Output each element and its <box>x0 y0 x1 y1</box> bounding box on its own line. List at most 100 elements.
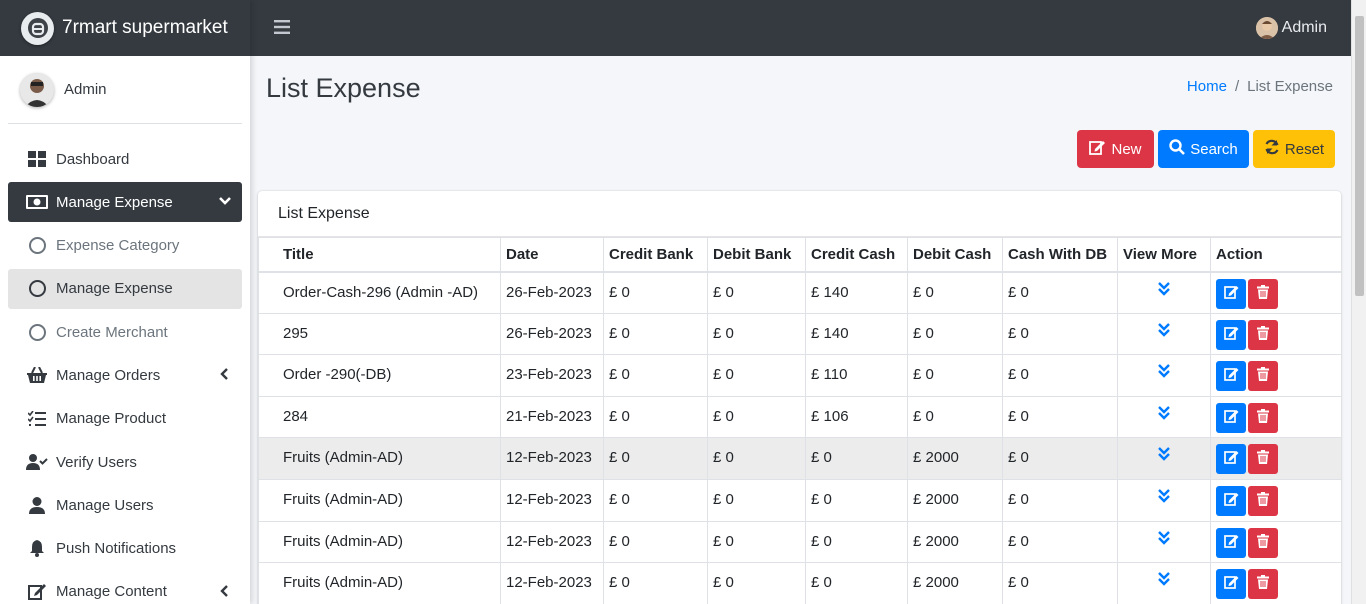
cell-debit-bank: £ 0 <box>707 312 806 356</box>
edit-icon <box>1223 450 1239 468</box>
cell-credit-cash: £ 0 <box>805 562 908 604</box>
cell-cash-with-db: £ 0 <box>1002 478 1118 522</box>
cell-title: Fruits (Admin-AD) <box>258 562 501 604</box>
cell-cash-with-db: £ 0 <box>1002 520 1118 564</box>
delete-row-button[interactable] <box>1248 402 1278 433</box>
cell-cash-with-db: £ 0 <box>1002 354 1118 397</box>
sidebar-item-label: Manage Content <box>56 583 167 601</box>
cell-cash-with-db: £ 0 <box>1002 437 1118 480</box>
sidebar-item-label: Verify Users <box>56 453 137 471</box>
scrollbar-thumb[interactable] <box>1355 16 1364 296</box>
sidebar-item-push-notifications[interactable]: Push Notifications <box>8 529 242 569</box>
column-header-debit-cash[interactable]: Debit Cash <box>907 237 1003 273</box>
sidebar-item-expense-category[interactable]: Expense Category <box>8 226 242 266</box>
brand-name: 7rmart supermarket <box>62 17 228 38</box>
table-row: 295 26-Feb-2023 £ 0 £ 0 £ 140 £ 0 £ 0 <box>258 312 1341 356</box>
cell-date: 12-Feb-2023 <box>500 562 604 604</box>
cell-credit-cash: £ 0 <box>805 437 908 480</box>
angle-double-down-icon[interactable] <box>1158 281 1170 300</box>
brand-link[interactable]: 7rmart supermarket <box>0 0 250 56</box>
delete-row-button[interactable] <box>1248 319 1278 350</box>
breadcrumb-separator: / <box>1234 78 1240 95</box>
search-icon <box>1169 139 1186 159</box>
edit-row-button[interactable] <box>1216 319 1246 350</box>
angle-double-down-icon[interactable] <box>1158 489 1170 507</box>
sidebar-item-manage-expense-sub[interactable]: Manage Expense <box>8 268 242 309</box>
column-header-cash-with-db[interactable]: Cash With DB <box>1002 237 1118 273</box>
edit-row-button[interactable] <box>1216 527 1246 558</box>
edit-row-button[interactable] <box>1216 361 1246 392</box>
user-icon <box>26 495 48 515</box>
cell-title: 284 <box>258 395 501 439</box>
reset-button[interactable]: Reset <box>1253 130 1335 168</box>
trash-icon <box>1257 491 1269 510</box>
table-row: Order -290(-DB) 23-Feb-2023 £ 0 £ 0 £ 110 £ 0… <box>258 354 1341 397</box>
page-scrollbar[interactable] <box>1351 0 1366 604</box>
user-avatar <box>20 72 54 107</box>
cell-action <box>1210 478 1341 522</box>
circle-icon <box>26 322 48 342</box>
angle-double-down-icon[interactable] <box>1158 572 1170 590</box>
angle-double-down-icon[interactable] <box>1158 530 1170 549</box>
angle-double-down-icon[interactable] <box>1158 405 1170 424</box>
cell-view-more <box>1117 271 1211 314</box>
sidebar-item-verify-users[interactable]: Verify Users <box>8 442 242 482</box>
hamburger-menu-icon[interactable] <box>274 20 290 39</box>
delete-row-button[interactable] <box>1248 444 1278 475</box>
cell-action <box>1210 562 1341 604</box>
top-user-menu[interactable]: Admin <box>1255 17 1327 39</box>
delete-row-button[interactable] <box>1248 569 1278 600</box>
delete-row-button[interactable] <box>1248 361 1278 392</box>
cell-date: 26-Feb-2023 <box>500 312 604 356</box>
table-header-row: Title Date Credit Bank Debit Bank Credit… <box>258 237 1341 273</box>
edit-row-button[interactable] <box>1216 485 1246 516</box>
delete-row-button[interactable] <box>1248 527 1278 558</box>
cell-action <box>1210 354 1341 397</box>
sidebar-item-manage-product[interactable]: Manage Product <box>8 399 242 439</box>
new-button[interactable]: New <box>1077 130 1154 168</box>
cell-debit-cash: £ 0 <box>907 354 1003 397</box>
angle-double-down-icon[interactable] <box>1158 447 1170 465</box>
cell-view-more <box>1117 395 1211 439</box>
sidebar-item-label: Manage Expense <box>56 280 173 298</box>
sidebar-item-manage-orders[interactable]: Manage Orders <box>8 355 242 395</box>
angle-double-down-icon[interactable] <box>1158 322 1170 341</box>
column-header-debit-bank[interactable]: Debit Bank <box>707 237 806 273</box>
edit-row-button[interactable] <box>1216 278 1246 309</box>
sidebar-item-manage-users[interactable]: Manage Users <box>8 485 242 525</box>
trash-icon <box>1257 450 1269 468</box>
delete-row-button[interactable] <box>1248 278 1278 309</box>
delete-row-button[interactable] <box>1248 485 1278 516</box>
column-header-date[interactable]: Date <box>500 237 604 273</box>
cell-view-more <box>1117 312 1211 356</box>
expense-list-card: List Expense Title Date Credit Bank Debi… <box>258 191 1341 604</box>
cell-view-more <box>1117 354 1211 397</box>
column-header-credit-cash[interactable]: Credit Cash <box>805 237 908 273</box>
edit-icon <box>1223 285 1239 303</box>
cell-credit-bank: £ 0 <box>603 562 708 604</box>
column-header-title[interactable]: Title <box>258 237 501 273</box>
sidebar-item-manage-content[interactable]: Manage Content <box>8 572 242 604</box>
sidebar-item-dashboard[interactable]: Dashboard <box>8 139 242 179</box>
cell-title: Fruits (Admin-AD) <box>258 520 501 564</box>
cell-date: 12-Feb-2023 <box>500 520 604 564</box>
sidebar-item-create-merchant[interactable]: Create Merchant <box>8 312 242 352</box>
cell-debit-cash: £ 0 <box>907 395 1003 439</box>
edit-row-button[interactable] <box>1216 569 1246 600</box>
column-header-view-more: View More <box>1117 237 1211 273</box>
search-button[interactable]: Search <box>1158 130 1249 168</box>
sidebar-nav: Dashboard Manage Expense Expense Categor… <box>0 124 250 604</box>
card-title: List Expense <box>258 191 1341 237</box>
user-panel[interactable]: Admin <box>8 56 242 124</box>
edit-row-button[interactable] <box>1216 444 1246 475</box>
cell-debit-bank: £ 0 <box>707 562 806 604</box>
column-header-credit-bank[interactable]: Credit Bank <box>603 237 708 273</box>
cell-cash-with-db: £ 0 <box>1002 312 1118 356</box>
cell-credit-cash: £ 140 <box>805 271 908 314</box>
breadcrumb-home-link[interactable]: Home <box>1187 78 1227 95</box>
chevron-left-icon <box>218 584 232 602</box>
edit-icon <box>1089 140 1106 159</box>
edit-row-button[interactable] <box>1216 402 1246 433</box>
angle-double-down-icon[interactable] <box>1158 364 1170 382</box>
sidebar-item-manage-expense[interactable]: Manage Expense <box>8 182 242 223</box>
